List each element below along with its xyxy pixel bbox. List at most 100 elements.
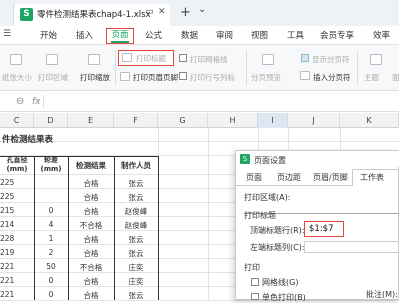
left-cols-input[interactable]	[304, 241, 399, 253]
table-cell[interactable]: 214	[0, 220, 34, 229]
menu-review[interactable]: 审阅	[216, 29, 233, 41]
menu-data[interactable]: 数据	[181, 29, 198, 41]
table-cell[interactable]: 4	[34, 220, 68, 229]
table-cell[interactable]: 张云	[114, 192, 158, 203]
table-cell[interactable]: 225	[0, 192, 34, 201]
tab-list-chevron-icon[interactable]: ⌄	[198, 4, 206, 15]
table-cell[interactable]: 2	[34, 248, 68, 257]
table-cell[interactable]: 0	[34, 290, 68, 299]
table-cell[interactable]: 225	[0, 178, 34, 187]
table-cell[interactable]: 合格	[68, 290, 114, 301]
menu-insert[interactable]: 插入	[76, 29, 93, 41]
column-header-h[interactable]: H	[208, 113, 258, 128]
tab-header-footer[interactable]: 页眉/页脚	[313, 172, 348, 183]
print-area-button[interactable]: 打印区域	[38, 72, 68, 83]
table-cell[interactable]: 赵俊峰	[114, 220, 158, 231]
print-titles-section-label: 打印标题	[244, 211, 276, 220]
page-break-preview-button[interactable]: 分页预览	[251, 72, 281, 83]
formula-input[interactable]	[48, 95, 399, 108]
top-rows-value: $1:$7	[309, 224, 334, 234]
table-cell[interactable]: 0	[34, 276, 68, 285]
table-cell[interactable]: 合格	[68, 206, 114, 217]
truncated-ribbon-label: 面	[392, 73, 399, 82]
column-header-e[interactable]: E	[68, 113, 114, 128]
table-cell[interactable]: 221	[0, 276, 34, 285]
insert-page-break-button[interactable]: 插入分页符	[313, 72, 351, 83]
menu-member[interactable]: 会员专享	[320, 29, 354, 41]
show-page-break-checkbox[interactable]	[301, 54, 309, 62]
print-area-icon[interactable]	[46, 54, 58, 65]
table-cell[interactable]: 张云	[114, 248, 158, 259]
table-cell[interactable]: 221	[0, 262, 34, 271]
table-cell[interactable]: 221	[0, 290, 34, 299]
print-zoom-button[interactable]: 打印缩放	[80, 72, 110, 83]
print-zoom-icon[interactable]	[88, 54, 100, 65]
tab-margins[interactable]: 页边距	[277, 172, 301, 183]
mono-print-checkbox[interactable]	[251, 293, 259, 300]
table-cell[interactable]: 1	[34, 234, 68, 243]
column-header-f[interactable]: F	[114, 113, 158, 128]
table-cell[interactable]: 215	[0, 206, 34, 215]
tab-options-icon[interactable]: ▭	[145, 7, 154, 17]
menu-view[interactable]: 视图	[251, 29, 268, 41]
tab-page[interactable]: 页面	[246, 172, 262, 183]
table-cell[interactable]: 50	[34, 262, 68, 271]
function-fx-icon[interactable]: fx	[32, 97, 41, 107]
column-header-k[interactable]: K	[340, 113, 399, 128]
column-header-c[interactable]: C	[0, 113, 34, 128]
header-cell-result[interactable]: 检测结果	[68, 160, 114, 171]
show-page-break-label: 显示分页符	[312, 55, 350, 64]
menu-efficiency[interactable]: 效率	[373, 29, 390, 41]
top-rows-label: 顶端标题行(R):	[250, 226, 305, 235]
table-cell[interactable]: 合格	[68, 276, 114, 287]
menu-home[interactable]: 开始	[40, 29, 57, 41]
tab-sheet[interactable]: 工作表	[360, 172, 384, 183]
sheet-title-cell[interactable]: 件检测结果表	[2, 133, 53, 145]
column-header-i[interactable]: I	[258, 113, 288, 128]
table-cell[interactable]: 228	[0, 234, 34, 243]
menu-tools[interactable]: 工具	[287, 29, 304, 41]
menu-formulas[interactable]: 公式	[145, 29, 162, 41]
header-cell-wheel-diff[interactable]: 轮差 (mm)	[34, 156, 68, 175]
document-title: 零件检测结果表chap4-1.xlsx	[37, 10, 151, 20]
print-title-label: 打印标题	[136, 54, 166, 63]
left-cols-label: 左端标题列(C):	[250, 243, 305, 252]
gridlines-checkbox[interactable]	[251, 278, 259, 286]
new-tab-button[interactable]: +	[180, 5, 191, 20]
table-cell[interactable]: 庄奕	[114, 262, 158, 273]
table-cell[interactable]: 张云	[114, 178, 158, 189]
zoom-out-icon[interactable]: ⊖	[16, 96, 24, 107]
table-cell[interactable]: 张云	[114, 290, 158, 301]
table-cell[interactable]: 不合格	[68, 220, 114, 231]
theme-button[interactable]: 主题	[364, 72, 379, 83]
table-cell[interactable]: 合格	[68, 178, 114, 189]
page-break-preview-icon[interactable]	[262, 54, 274, 65]
header-cell-maker[interactable]: 制作人员	[114, 160, 158, 171]
column-header-j[interactable]: J	[288, 113, 340, 128]
theme-icon[interactable]	[370, 54, 382, 65]
table-cell[interactable]: 219	[0, 248, 34, 257]
print-gridlines-checkbox[interactable]	[179, 54, 187, 62]
paper-size-button[interactable]: 纸张大小	[2, 72, 32, 83]
comments-label: 批注(M):	[366, 290, 398, 299]
insert-page-break-icon[interactable]	[300, 71, 310, 80]
dialog-app-icon: S	[240, 154, 250, 164]
grid-col-line	[208, 128, 209, 300]
table-cell[interactable]: 合格	[68, 234, 114, 245]
table-cell[interactable]: 张云	[114, 234, 158, 245]
menu-icon[interactable]: ☰	[3, 29, 11, 39]
print-row-col-header-checkbox[interactable]	[179, 72, 187, 80]
table-cell[interactable]: 不合格	[68, 262, 114, 273]
table-cell[interactable]: 合格	[68, 248, 114, 259]
print-header-footer-button[interactable]: 打印页眉页脚	[133, 72, 178, 83]
print-header-footer-icon[interactable]	[120, 72, 130, 81]
table-cell[interactable]: 0	[34, 206, 68, 215]
table-cell[interactable]: 庄奕	[114, 276, 158, 287]
column-header-d[interactable]: D	[34, 113, 68, 128]
table-cell[interactable]: 合格	[68, 192, 114, 203]
close-tab-icon[interactable]: ✕	[158, 7, 166, 17]
paper-size-icon[interactable]	[10, 54, 22, 65]
column-header-g[interactable]: G	[158, 113, 208, 128]
header-cell-hole-diameter[interactable]: 孔直径 (mm)	[0, 156, 34, 175]
table-cell[interactable]: 赵俊峰	[114, 206, 158, 217]
